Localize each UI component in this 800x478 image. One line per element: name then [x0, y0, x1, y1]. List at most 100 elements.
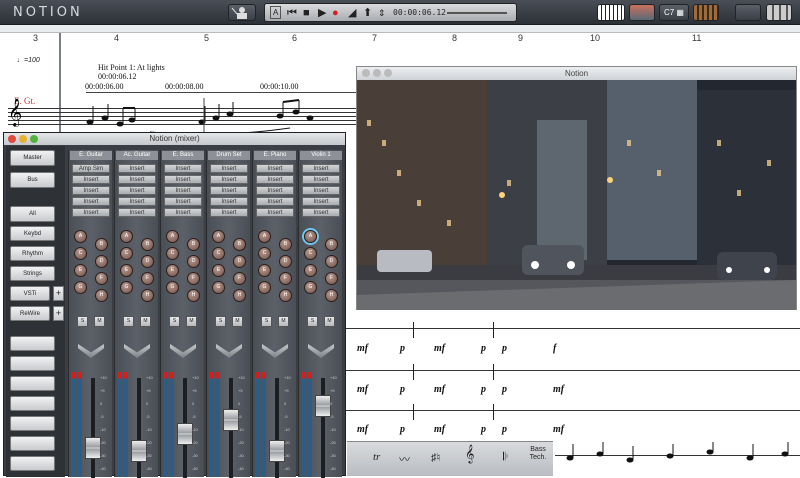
send-knob[interactable]: C: [74, 247, 87, 260]
insert-slot[interactable]: Insert: [256, 186, 294, 195]
send-knob[interactable]: A: [74, 230, 87, 243]
zoom-icon[interactable]: [30, 135, 38, 143]
record-icon[interactable]: ●: [332, 6, 339, 20]
filter-keybd-button[interactable]: Keybd: [10, 226, 55, 241]
send-knob[interactable]: A: [166, 230, 179, 243]
video-window[interactable]: Notion: [356, 66, 797, 310]
insert-slot[interactable]: Insert: [210, 186, 248, 195]
empty-slot[interactable]: [10, 356, 55, 371]
close-icon[interactable]: [362, 69, 370, 77]
insert-slot[interactable]: Insert: [72, 175, 110, 184]
stop-icon[interactable]: ■: [303, 6, 310, 20]
filter-strings-button[interactable]: Strings: [10, 266, 55, 281]
solo-button[interactable]: S: [77, 316, 88, 327]
mute-button[interactable]: M: [278, 316, 289, 327]
mixer-titlebar[interactable]: Notion (mixer): [4, 133, 345, 145]
send-knob[interactable]: E: [120, 264, 133, 277]
insert-slot[interactable]: Insert: [118, 186, 156, 195]
trill-button[interactable]: tr: [373, 451, 380, 463]
solo-button[interactable]: S: [169, 316, 180, 327]
channel-name[interactable]: E. Piano: [254, 151, 296, 160]
insert-slot[interactable]: Insert: [302, 175, 340, 184]
send-knob[interactable]: D: [233, 255, 246, 268]
volume-fader[interactable]: [85, 437, 101, 459]
send-knob[interactable]: B: [141, 238, 154, 251]
insert-slot[interactable]: Insert: [118, 164, 156, 173]
send-knob[interactable]: D: [187, 255, 200, 268]
rewind-icon[interactable]: ⏮: [287, 6, 297, 20]
send-knob[interactable]: H: [233, 289, 246, 302]
send-knob[interactable]: E: [166, 264, 179, 277]
send-knob[interactable]: G: [304, 281, 317, 294]
theater-button[interactable]: [735, 4, 761, 21]
solo-button[interactable]: S: [261, 316, 272, 327]
pan-control[interactable]: [308, 344, 334, 358]
insert-slot[interactable]: Insert: [302, 164, 340, 173]
send-knob[interactable]: F: [325, 272, 338, 285]
send-knob[interactable]: G: [212, 281, 225, 294]
send-knob[interactable]: G: [166, 281, 179, 294]
tremolo-icon[interactable]: 〰: [399, 451, 410, 467]
send-knob[interactable]: A: [304, 230, 317, 243]
mute-button[interactable]: M: [324, 316, 335, 327]
chord-button[interactable]: C7 ▦: [659, 4, 689, 21]
send-knob[interactable]: C: [258, 247, 271, 260]
metronome-icon[interactable]: ⬆: [363, 6, 372, 20]
send-knob[interactable]: H: [279, 289, 292, 302]
insert-slot[interactable]: Insert: [256, 208, 294, 217]
send-knob[interactable]: H: [187, 289, 200, 302]
insert-slot[interactable]: Insert: [72, 208, 110, 217]
loop-a-button[interactable]: A: [270, 6, 282, 19]
play-icon[interactable]: ▶: [318, 6, 326, 20]
insert-slot[interactable]: Insert: [302, 208, 340, 217]
insert-slot[interactable]: Insert: [164, 186, 202, 195]
clef-button[interactable]: 𝄞: [465, 446, 474, 464]
send-knob[interactable]: A: [120, 230, 133, 243]
vsti-button[interactable]: VSTi: [10, 286, 50, 301]
pan-control[interactable]: [78, 344, 104, 358]
send-knob[interactable]: C: [166, 247, 179, 260]
mute-button[interactable]: M: [140, 316, 151, 327]
insert-slot[interactable]: Insert: [164, 197, 202, 206]
mute-button[interactable]: M: [232, 316, 243, 327]
channel-name[interactable]: E. Bass: [162, 151, 204, 160]
pan-control[interactable]: [170, 344, 196, 358]
mute-button[interactable]: M: [94, 316, 105, 327]
send-knob[interactable]: G: [120, 281, 133, 294]
send-knob[interactable]: D: [325, 255, 338, 268]
empty-slot[interactable]: [10, 456, 55, 471]
send-knob[interactable]: F: [187, 272, 200, 285]
send-knob[interactable]: D: [279, 255, 292, 268]
insert-slot[interactable]: Insert: [210, 197, 248, 206]
empty-slot[interactable]: [10, 436, 55, 451]
accidentals-icon[interactable]: ♯♮: [431, 451, 440, 464]
send-knob[interactable]: E: [258, 264, 271, 277]
volume-icon[interactable]: ◢: [348, 6, 356, 20]
close-icon[interactable]: [8, 135, 16, 143]
volume-fader[interactable]: [223, 409, 239, 431]
mute-button[interactable]: M: [186, 316, 197, 327]
pan-control[interactable]: [262, 344, 288, 358]
minimize-icon[interactable]: [373, 69, 381, 77]
conductor-button[interactable]: [228, 4, 256, 21]
master-button[interactable]: Master: [10, 150, 55, 166]
send-knob[interactable]: B: [325, 238, 338, 251]
add-vsti-button[interactable]: +: [53, 286, 64, 301]
solo-button[interactable]: S: [123, 316, 134, 327]
insert-slot[interactable]: Insert: [164, 208, 202, 217]
tempo-stepper-icon[interactable]: ⇕: [378, 6, 386, 20]
filter-all-button[interactable]: All: [10, 206, 55, 222]
pan-control[interactable]: [124, 344, 150, 358]
send-knob[interactable]: B: [233, 238, 246, 251]
insert-slot[interactable]: Insert: [164, 175, 202, 184]
send-knob[interactable]: C: [120, 247, 133, 260]
send-knob[interactable]: D: [95, 255, 108, 268]
timeline-ruler[interactable]: [0, 25, 800, 33]
send-knob[interactable]: H: [95, 289, 108, 302]
insert-slot[interactable]: Insert: [210, 164, 248, 173]
insert-slot[interactable]: Amp Sim: [72, 164, 110, 173]
send-knob[interactable]: D: [141, 255, 154, 268]
insert-slot[interactable]: Insert: [302, 197, 340, 206]
insert-slot[interactable]: Insert: [118, 175, 156, 184]
insert-slot[interactable]: Insert: [164, 164, 202, 173]
